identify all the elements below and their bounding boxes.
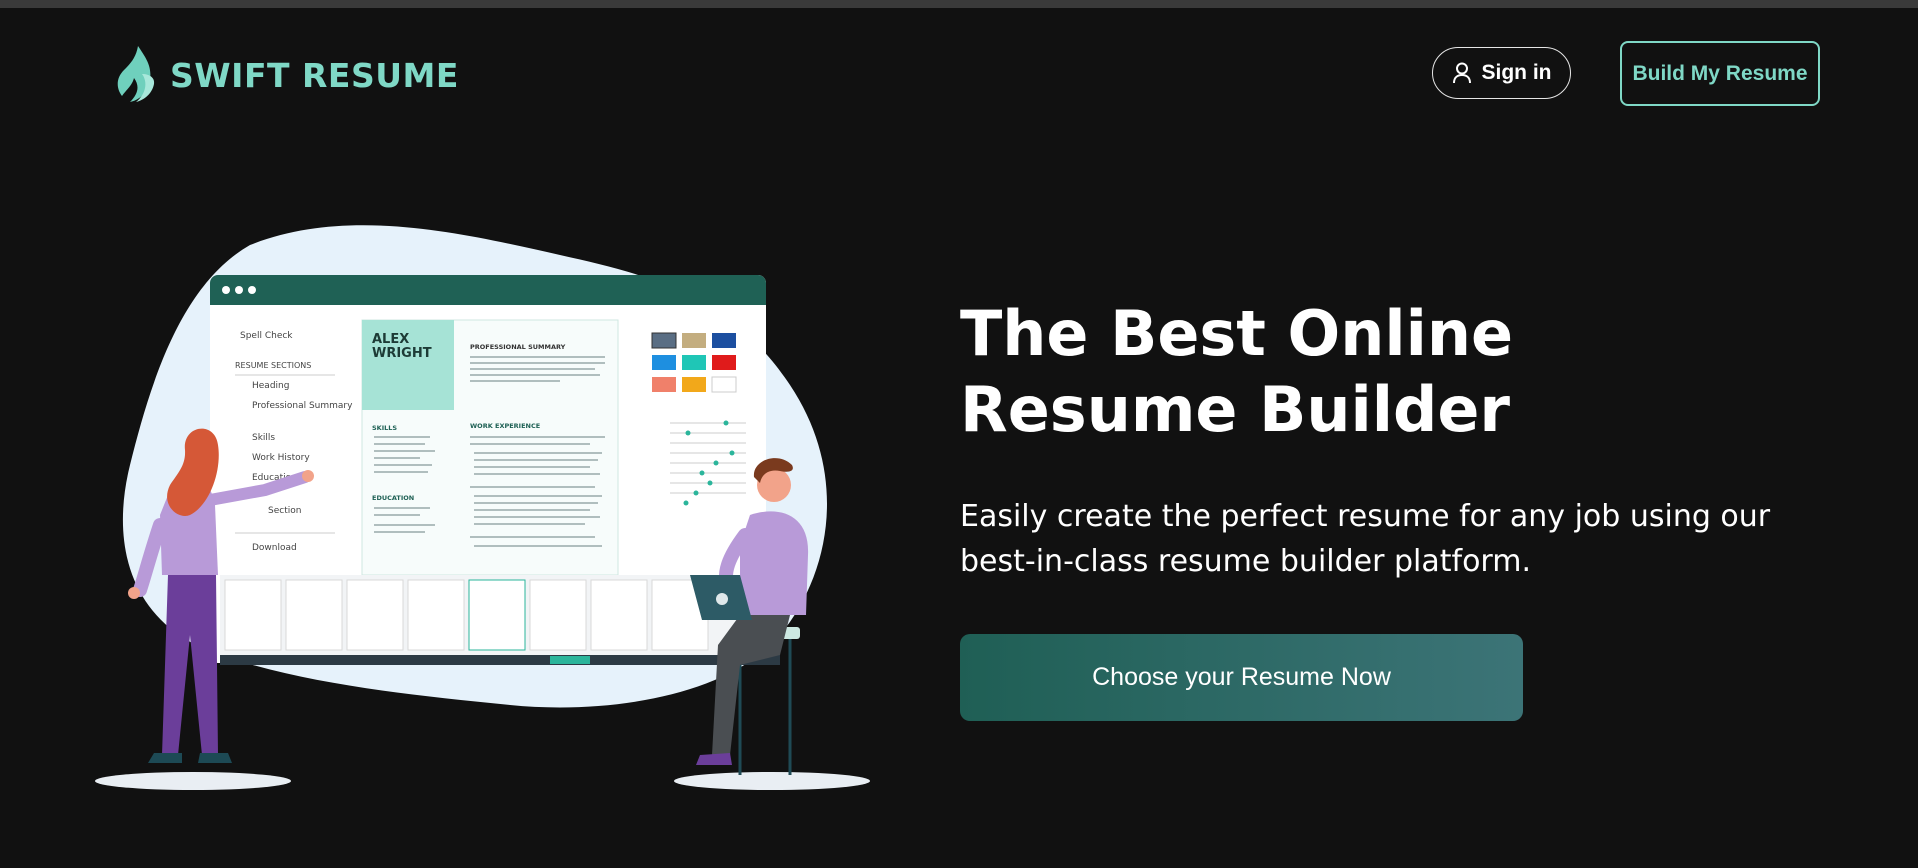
browser-top-strip [0,0,1918,8]
window-dot [235,286,243,294]
hero-title: The Best Online Resume Builder [960,296,1660,448]
user-icon [1452,62,1471,84]
spell-check-label: Spell Check [240,331,293,341]
resume-education-heading: EDUCATION [372,494,414,502]
window-dot [222,286,230,294]
sidebar-item-summary: Professional Summary [252,401,353,411]
resume-experience-heading: WORK EXPERIENCE [470,422,540,430]
ground-shadow-left [95,772,291,790]
sidebar-item-skills: Skills [252,433,275,443]
resume-first-name: ALEX [372,332,409,347]
choose-resume-button[interactable]: Choose your Resume Now [960,634,1523,721]
hero-title-line2: Resume Builder [960,373,1510,446]
build-my-resume-label: Build My Resume [1632,61,1808,85]
logo-text: SWIFT RESUME [170,55,459,95]
resume-skills-heading: SKILLS [372,424,397,432]
sign-in-button[interactable]: Sign in [1432,47,1571,99]
sidebar-item-section: Section [268,506,301,516]
resume-last-name: WRIGHT [372,346,432,361]
download-label: Download [252,543,297,553]
hero-title-line1: The Best Online [960,297,1514,370]
sidebar-item-work-history: Work History [252,453,310,463]
ground-shadow-right [674,772,870,790]
resume-sections-label: RESUME SECTIONS [235,361,311,370]
template-toolbar [220,655,780,665]
window-dot [248,286,256,294]
build-my-resume-button[interactable]: Build My Resume [1620,41,1820,106]
sign-in-label: Sign in [1481,61,1552,84]
hero-subtitle: Easily create the perfect resume for any… [960,499,1771,579]
color-swatches [651,332,737,393]
resume-summary-heading: PROFESSIONAL SUMMARY [470,343,566,351]
flame-icon [117,46,155,102]
resume-builder-illustration: Spell Check RESUME SECTIONS Heading Prof… [95,225,870,790]
logo[interactable]: SWIFT RESUME [112,44,459,106]
choose-resume-label: Choose your Resume Now [1092,663,1391,691]
sidebar-item-heading: Heading [252,381,289,391]
site-header: SWIFT RESUME Sign in Build My Resume [0,8,1918,138]
